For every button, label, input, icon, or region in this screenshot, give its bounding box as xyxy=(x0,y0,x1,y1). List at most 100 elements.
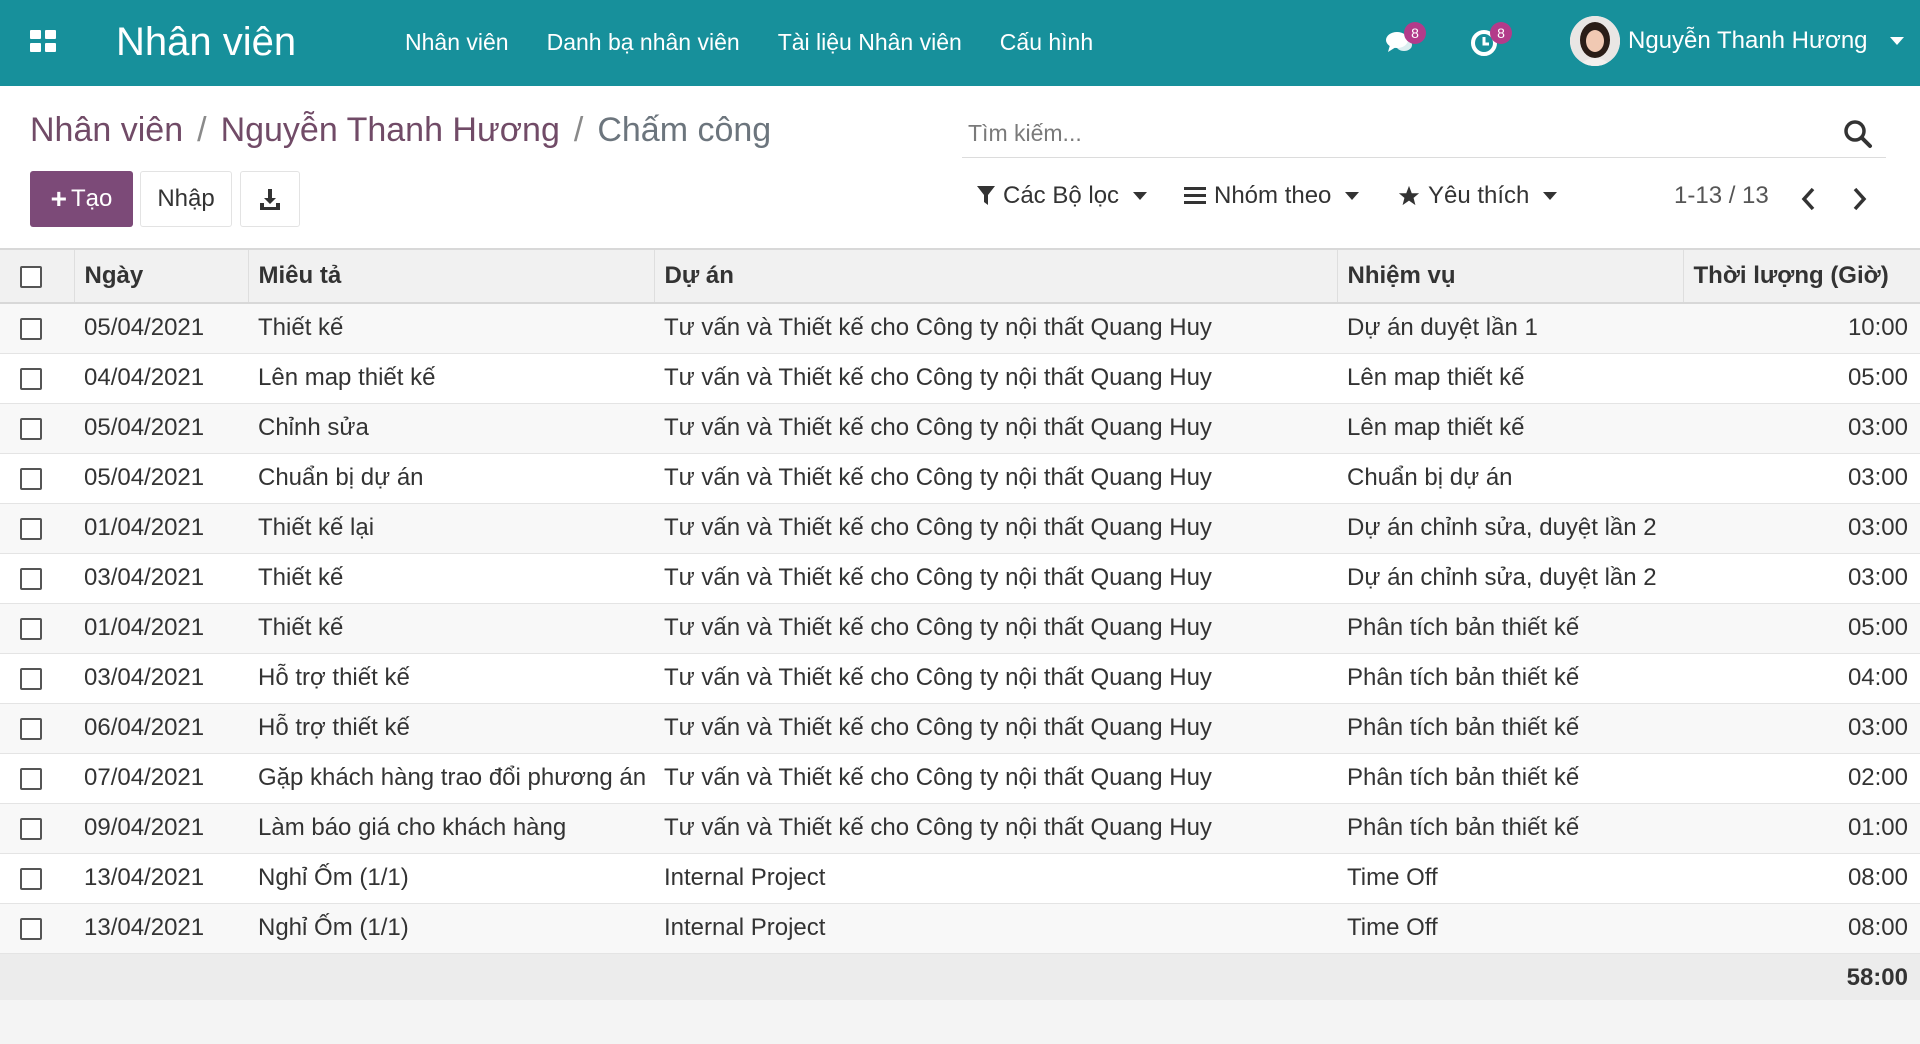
column-date[interactable]: Ngày xyxy=(74,248,249,304)
table-row[interactable]: 05/04/2021 Chuẩn bị dự án Tư vấn và Thiết … xyxy=(0,453,1920,504)
breadcrumb-employee-name[interactable]: Nguyễn Thanh Hương xyxy=(221,111,560,149)
row-checkbox[interactable] xyxy=(20,867,42,890)
table-row[interactable]: 09/04/2021 Làm báo giá cho khách hàng Tư v… xyxy=(0,803,1920,854)
cell-duration: 05:00 xyxy=(1683,353,1920,404)
cell-date: 01/04/2021 xyxy=(74,603,248,654)
messages-button[interactable]: 8 xyxy=(1384,22,1426,58)
import-button[interactable]: Nhập xyxy=(140,171,232,227)
cell-task: Phân tích bản thiết kế xyxy=(1337,803,1683,854)
column-description[interactable]: Miêu tả xyxy=(248,248,655,304)
search-icon[interactable] xyxy=(1842,118,1874,150)
cell-duration: 03:00 xyxy=(1683,403,1920,454)
export-button[interactable] xyxy=(240,171,300,227)
pager-value[interactable]: 1-13 / 13 xyxy=(1674,182,1769,210)
cell-description: Chỉnh sửa xyxy=(248,403,654,454)
menu-item-directory[interactable]: Danh bạ nhân viên xyxy=(547,26,740,58)
menu-item-configuration[interactable]: Cấu hình xyxy=(1000,26,1093,58)
row-checkbox[interactable] xyxy=(20,667,42,690)
create-button[interactable]: + Tạo xyxy=(30,171,133,227)
chevron-down-icon xyxy=(1543,192,1558,200)
cell-date: 05/04/2021 xyxy=(74,403,248,454)
filters-label: Các Bộ lọc xyxy=(1003,182,1120,209)
cell-project: Internal Project xyxy=(654,903,1337,954)
cell-date: 01/04/2021 xyxy=(74,503,248,554)
table-row[interactable]: 01/04/2021 Thiết kế Tư vấn và Thiết kế cho… xyxy=(0,603,1920,654)
row-checkbox[interactable] xyxy=(20,717,42,740)
cell-task: Phân tích bản thiết kế xyxy=(1337,653,1683,704)
cell-task: Time Off xyxy=(1337,853,1683,904)
column-duration[interactable]: Thời lượng (Giờ) xyxy=(1683,248,1920,304)
cell-task: Lên map thiết kế xyxy=(1337,403,1683,454)
search-bar xyxy=(962,110,1886,158)
table-row[interactable]: 05/04/2021 Thiết kế Tư vấn và Thiết kế cho… xyxy=(0,303,1920,354)
row-checkbox[interactable] xyxy=(20,617,42,640)
cell-task: Phân tích bản thiết kế xyxy=(1337,753,1683,804)
menu-item-documents[interactable]: Tài liệu Nhân viên xyxy=(778,26,962,58)
row-checkbox[interactable] xyxy=(20,917,42,940)
cell-task: Time Off xyxy=(1337,903,1683,954)
menu-item-employees[interactable]: Nhân viên xyxy=(405,26,509,58)
cell-duration: 08:00 xyxy=(1683,903,1920,954)
table-row[interactable]: 13/04/2021 Nghỉ Ốm (1/1) Internal Project T… xyxy=(0,853,1920,904)
table-row[interactable]: 07/04/2021 Gặp khách hàng trao đổi phương… xyxy=(0,753,1920,804)
avatar xyxy=(1570,16,1620,66)
filters-dropdown[interactable]: Các Bộ lọc xyxy=(977,182,1148,210)
cell-description: Nghỉ Ốm (1/1) xyxy=(248,903,654,954)
apps-grid-icon[interactable] xyxy=(30,30,56,52)
cell-description: Hỗ trợ thiết kế xyxy=(248,653,654,704)
activities-count-badge: 8 xyxy=(1490,22,1512,44)
cell-description: Thiết kế xyxy=(248,303,654,354)
list-icon xyxy=(1184,187,1206,204)
cell-date: 13/04/2021 xyxy=(74,853,248,904)
cell-project: Tư vấn và Thiết kế cho Công ty nội thất … xyxy=(654,303,1337,354)
user-name: Nguyễn Thanh Hương xyxy=(1628,27,1868,54)
chevron-left-icon[interactable] xyxy=(1796,184,1822,214)
cell-task: Phân tích bản thiết kế xyxy=(1337,603,1683,654)
table-row[interactable]: 05/04/2021 Chỉnh sửa Tư vấn và Thiết kế ch… xyxy=(0,403,1920,454)
favorites-label: Yêu thích xyxy=(1428,182,1530,209)
cell-duration: 04:00 xyxy=(1683,653,1920,704)
row-checkbox[interactable] xyxy=(20,517,42,540)
activities-button[interactable]: 8 xyxy=(1470,22,1512,58)
group-by-dropdown[interactable]: Nhóm theo xyxy=(1184,182,1360,210)
row-select-cell xyxy=(0,453,74,504)
row-select-cell xyxy=(0,753,74,804)
row-checkbox[interactable] xyxy=(20,367,42,390)
table-row[interactable]: 06/04/2021 Hỗ trợ thiết kế Tư vấn và Thiết… xyxy=(0,703,1920,754)
plus-icon: + xyxy=(50,183,67,214)
table-row[interactable]: 04/04/2021 Lên map thiết kế Tư vấn và Thiế… xyxy=(0,353,1920,404)
user-menu[interactable]: Nguyễn Thanh Hương xyxy=(1570,16,1904,66)
app-title[interactable]: Nhân viên xyxy=(116,18,296,66)
table-row[interactable]: 01/04/2021 Thiết kế lại Tư vấn và Thiết kế… xyxy=(0,503,1920,554)
table-row[interactable]: 03/04/2021 Hỗ trợ thiết kế Tư vấn và Thiết… xyxy=(0,653,1920,704)
breadcrumb-employees[interactable]: Nhân viên xyxy=(30,111,183,149)
column-project[interactable]: Dự án xyxy=(654,248,1338,304)
row-checkbox[interactable] xyxy=(20,417,42,440)
filter-icon xyxy=(977,186,995,205)
chevron-right-icon[interactable] xyxy=(1846,184,1872,214)
cell-duration: 05:00 xyxy=(1683,603,1920,654)
row-checkbox[interactable] xyxy=(20,317,42,340)
row-checkbox[interactable] xyxy=(20,467,42,490)
cell-task: Chuẩn bị dự án xyxy=(1337,453,1683,504)
row-checkbox[interactable] xyxy=(20,567,42,590)
column-task[interactable]: Nhiệm vụ xyxy=(1337,248,1684,304)
cell-project: Tư vấn và Thiết kế cho Công ty nội thất … xyxy=(654,353,1337,404)
cell-duration: 03:00 xyxy=(1683,703,1920,754)
table-row[interactable]: 13/04/2021 Nghỉ Ốm (1/1) Internal Project T… xyxy=(0,903,1920,954)
select-all-checkbox[interactable] xyxy=(20,265,42,288)
cell-description: Hỗ trợ thiết kế xyxy=(248,703,654,754)
cell-project: Internal Project xyxy=(654,853,1337,904)
row-select-cell xyxy=(0,803,74,854)
cell-date: 03/04/2021 xyxy=(74,653,248,704)
cell-description: Gặp khách hàng trao đổi phương án xyxy=(248,753,654,804)
table-row[interactable]: 03/04/2021 Thiết kế Tư vấn và Thiết kế cho… xyxy=(0,553,1920,604)
timesheet-list: Ngày Miêu tả Dự án Nhiệm vụ Thời lượng (… xyxy=(0,248,1920,1003)
cell-description: Thiết kế xyxy=(248,553,654,604)
cell-date: 13/04/2021 xyxy=(74,903,248,954)
row-checkbox[interactable] xyxy=(20,817,42,840)
row-checkbox[interactable] xyxy=(20,767,42,790)
cell-project: Tư vấn và Thiết kế cho Công ty nội thất … xyxy=(654,653,1337,704)
search-input[interactable] xyxy=(968,114,1808,152)
favorites-dropdown[interactable]: Yêu thích xyxy=(1398,182,1558,210)
